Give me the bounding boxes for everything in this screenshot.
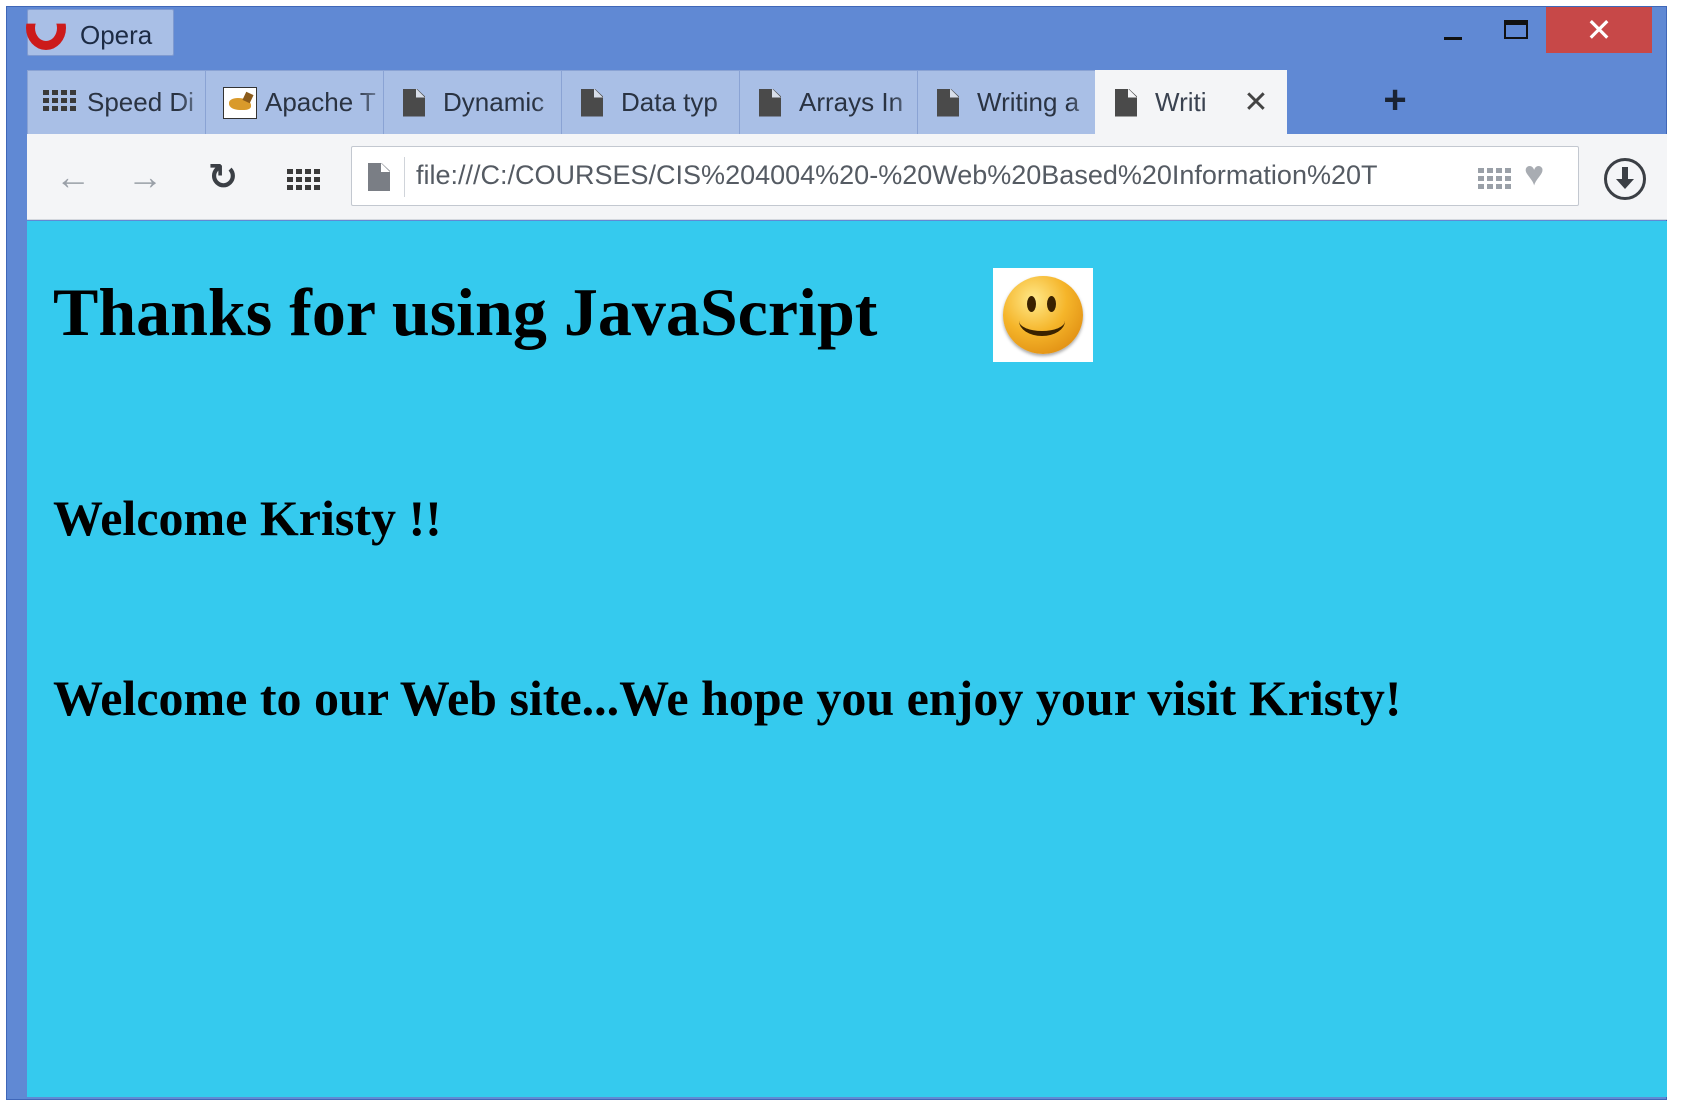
speed-dial-icon	[43, 87, 79, 119]
tab-data-types[interactable]: Data typ	[561, 70, 752, 134]
page-info-icon[interactable]	[364, 161, 400, 193]
tab-arrays[interactable]: Arrays In	[739, 70, 930, 134]
tab-label: Data typ	[621, 87, 718, 117]
address-bar[interactable]: file:///C:/COURSES/CIS%204004%20-%20Web%…	[351, 146, 1579, 206]
address-separator	[404, 157, 405, 197]
opera-menu-button[interactable]: Opera	[26, 9, 174, 56]
tab-speed-dial[interactable]: Speed Di	[27, 70, 218, 134]
reload-button[interactable]: ↻	[199, 154, 247, 202]
minimize-icon	[1444, 37, 1462, 40]
app-name: Opera	[80, 20, 153, 50]
address-url[interactable]: file:///C:/COURSES/CIS%204004%20-%20Web%…	[416, 160, 1456, 191]
tab-label: Dynamic	[443, 87, 545, 117]
welcome-message: Welcome to our Web site...We hope you en…	[53, 670, 1402, 726]
page-heading: Thanks for using JavaScript	[53, 274, 878, 350]
page-icon	[577, 87, 613, 119]
tab-label: Apache T	[265, 87, 376, 117]
tab-strip: Speed Di Apache T Dynamic Data typ Array…	[27, 70, 1627, 134]
welcome-greeting: Welcome Kristy !!	[53, 490, 442, 546]
opera-logo-icon	[26, 23, 66, 50]
download-icon[interactable]	[1604, 158, 1646, 200]
tab-label: Speed Di	[87, 87, 194, 117]
tab-dynamic[interactable]: Dynamic	[383, 70, 574, 134]
close-icon: ✕	[1585, 12, 1613, 48]
speed-dial-button[interactable]	[277, 154, 325, 202]
tab-apache-tomcat[interactable]: Apache T	[205, 70, 396, 134]
page-icon	[755, 87, 791, 119]
page-icon	[1111, 87, 1147, 119]
tab-label: Writing a	[977, 87, 1080, 117]
page-viewport: Thanks for using JavaScript Welcome Kris…	[27, 221, 1667, 1097]
tab-label: Writi	[1155, 87, 1207, 117]
maximize-button[interactable]	[1482, 7, 1546, 53]
add-to-speed-dial-icon[interactable]	[1478, 165, 1511, 189]
back-button[interactable]: ←	[49, 154, 97, 202]
smiley-face-icon	[993, 268, 1093, 362]
close-tab-icon[interactable]: ✕	[1240, 85, 1272, 120]
heart-icon[interactable]: ♥	[1524, 155, 1544, 194]
close-window-button[interactable]: ✕	[1546, 7, 1652, 53]
page-icon	[399, 87, 435, 119]
speed-dial-icon	[287, 166, 320, 190]
navigation-bar: ← → ↻ file:///C:/COURSES/CIS%204004%20-%…	[27, 134, 1667, 220]
tab-label: Arrays In	[799, 87, 904, 117]
tomcat-icon	[221, 86, 257, 119]
tab-writing-a[interactable]: Writing a	[917, 70, 1108, 134]
forward-button[interactable]: →	[121, 154, 169, 202]
new-tab-button[interactable]: +	[1375, 78, 1415, 122]
minimize-button[interactable]	[1418, 7, 1482, 53]
window-controls: ✕	[1418, 7, 1652, 57]
page-icon	[933, 87, 969, 119]
title-bar: Opera ✕	[7, 7, 1666, 65]
maximize-icon	[1504, 20, 1528, 39]
browser-window: Opera ✕ Speed Di Apache T Dynamic Data t…	[6, 6, 1667, 1100]
tab-active-writing[interactable]: Writi ✕	[1095, 70, 1287, 134]
